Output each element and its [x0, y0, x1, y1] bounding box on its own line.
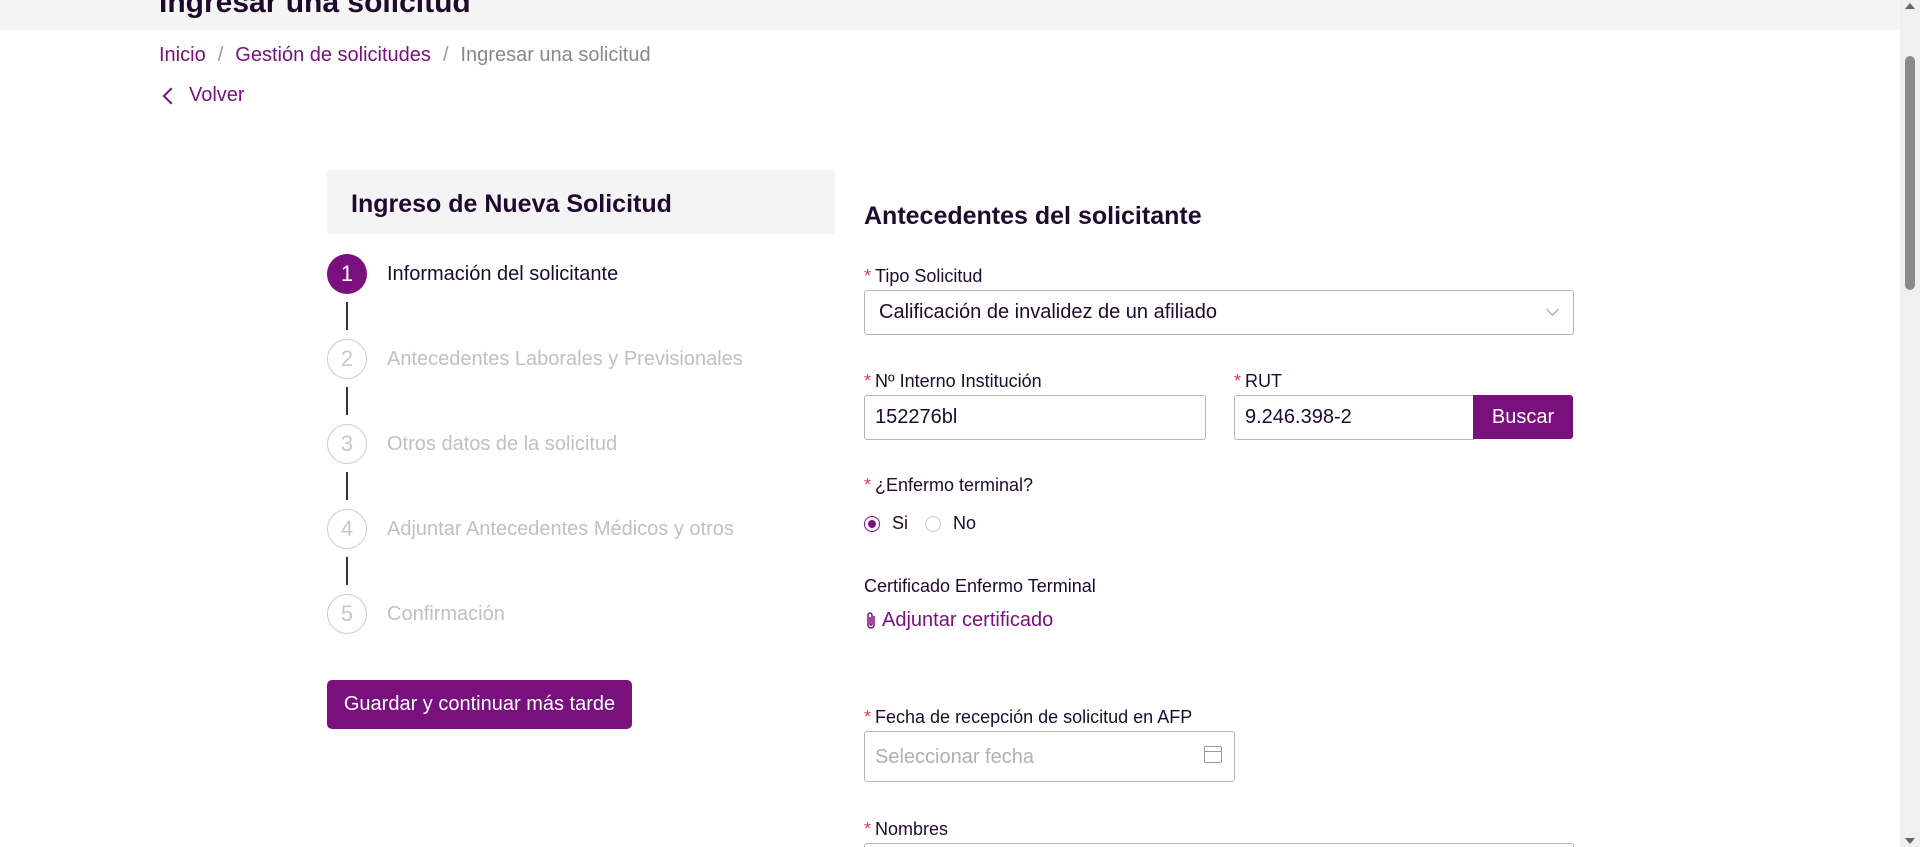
scroll-up-icon[interactable] [1905, 3, 1915, 9]
step-label: Antecedentes Laborales y Previsionales [387, 347, 743, 370]
back-link[interactable]: Volver [159, 84, 245, 107]
nombres-label: * Nombres [864, 819, 949, 839]
breadcrumb-separator: / [217, 44, 224, 66]
step-2: 2 Antecedentes Laborales y Previsionales [327, 339, 743, 379]
form-title: Antecedentes del solicitante [864, 202, 1202, 230]
breadcrumb-separator: / [442, 44, 449, 66]
tipo-solicitud-select[interactable]: Calificación de invalidez de un afiliado [864, 290, 1574, 335]
stepper-header: Ingreso de Nueva Solicitud [327, 170, 835, 234]
breadcrumb-current: Ingresar una solicitud [460, 44, 651, 66]
required-mark: * [864, 266, 872, 286]
step-connector [346, 472, 348, 500]
step-number: 3 [327, 424, 367, 464]
rut-input[interactable]: 9.246.398-2 [1234, 395, 1474, 440]
nro-interno-label: * Nº Interno Institución [864, 371, 1042, 391]
step-label: Otros datos de la solicitud [387, 432, 618, 455]
required-mark: * [1234, 371, 1242, 391]
breadcrumb: Inicio / Gestión de solicitudes / Ingres… [159, 44, 651, 67]
step-5: 5 Confirmación [327, 594, 505, 634]
step-number: 4 [327, 509, 367, 549]
paperclip-icon [867, 611, 875, 629]
scroll-down-icon[interactable] [1905, 838, 1915, 844]
required-mark: * [864, 707, 872, 727]
stepper-title: Ingreso de Nueva Solicitud [351, 190, 672, 218]
step-number: 2 [327, 339, 367, 379]
tipo-solicitud-value: Calificación de invalidez de un afiliado [879, 301, 1217, 323]
save-and-continue-button[interactable]: Guardar y continuar más tarde [327, 680, 632, 729]
required-mark: * [864, 819, 872, 839]
step-label: Confirmación [387, 602, 505, 625]
chevron-left-icon [162, 87, 180, 104]
calendar-icon [1204, 746, 1222, 763]
page-title: Ingresar una solicitud [159, 0, 471, 19]
radio-si[interactable]: Si [864, 513, 908, 534]
rut-label: * RUT [1234, 371, 1283, 391]
chevron-down-icon [1546, 303, 1559, 316]
buscar-button[interactable]: Buscar [1473, 395, 1573, 439]
step-label: Adjuntar Antecedentes Médicos y otros [387, 517, 734, 540]
fecha-recepcion-input[interactable]: Seleccionar fecha [864, 731, 1235, 782]
back-label: Volver [189, 84, 245, 106]
scrollbar-thumb[interactable] [1905, 56, 1915, 290]
step-3: 3 Otros datos de la solicitud [327, 424, 617, 464]
step-connector [346, 302, 348, 330]
tipo-solicitud-label: * Tipo Solicitud [864, 266, 983, 286]
certificado-label: Certificado Enfermo Terminal [864, 576, 1096, 596]
required-mark: * [864, 475, 872, 495]
radio-checked-icon [864, 515, 880, 532]
step-4: 4 Adjuntar Antecedentes Médicos y otros [327, 509, 734, 549]
step-connector [346, 557, 348, 585]
step-1: 1 Información del solicitante [327, 254, 618, 294]
page-header: Ingresar una solicitud [0, 0, 1900, 30]
breadcrumb-gestion[interactable]: Gestión de solicitudes [235, 44, 431, 67]
required-mark: * [864, 371, 872, 391]
nombres-input[interactable] [864, 843, 1574, 847]
breadcrumb-inicio[interactable]: Inicio [159, 44, 206, 67]
adjuntar-certificado-link[interactable]: Adjuntar certificado [864, 609, 1053, 632]
step-label: Información del solicitante [387, 262, 619, 285]
fecha-recepcion-label: * Fecha de recepción de solicitud en AFP [864, 707, 1193, 727]
step-connector [346, 387, 348, 415]
nro-interno-input[interactable]: 152276bl [864, 395, 1206, 440]
radio-unchecked-icon [925, 515, 941, 532]
step-number: 1 [327, 254, 367, 294]
step-number: 5 [327, 594, 367, 634]
radio-no[interactable]: No [925, 513, 976, 534]
vertical-scrollbar[interactable] [1900, 0, 1920, 847]
enfermo-terminal-label: * ¿Enfermo terminal? [864, 475, 1034, 495]
